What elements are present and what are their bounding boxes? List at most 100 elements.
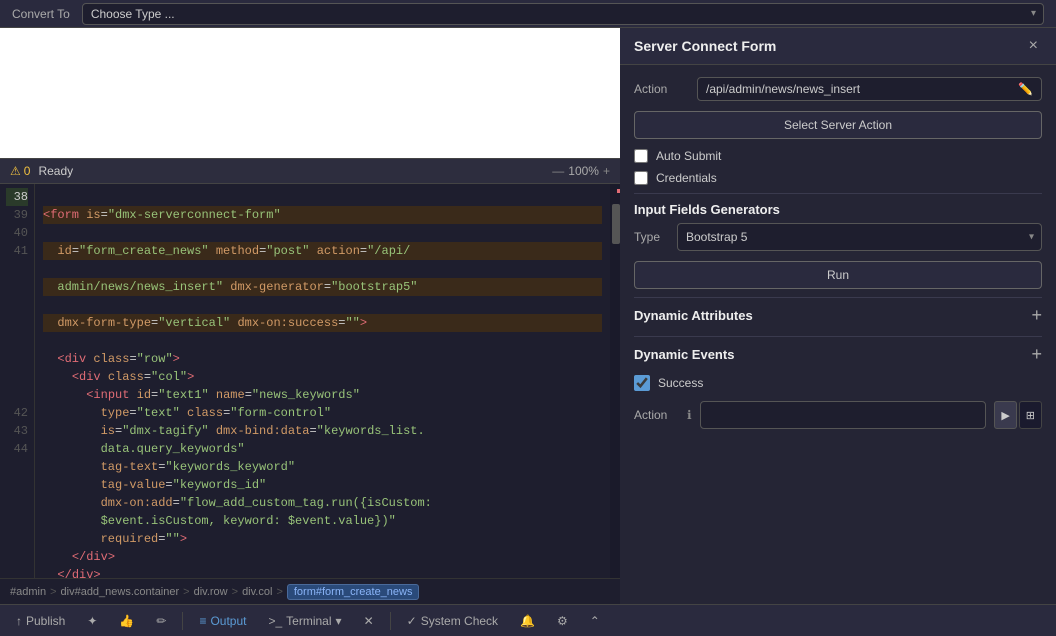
action-row-buttons: ▶ ⊞	[994, 401, 1042, 429]
dynamic-attributes-section: Dynamic Attributes +	[634, 297, 1042, 330]
warning-indicator: ⚠ 0	[10, 164, 30, 178]
code-area: 38 39 40 41 42 43 44 <form is="dmx-serve…	[0, 184, 620, 578]
breadcrumb-sep-2: >	[183, 586, 189, 598]
zoom-level: 100%	[568, 164, 599, 178]
toolbar-separator-1	[182, 612, 183, 630]
line-num-empty8	[6, 386, 28, 404]
check-icon: ✓	[407, 614, 417, 628]
mini-scrollbar[interactable]	[610, 184, 620, 578]
scroll-error-marker	[617, 189, 620, 193]
type-select-wrapper[interactable]: Bootstrap 5 Bootstrap 4 Tailwind None ▾	[677, 223, 1042, 251]
thumb-up-icon: 👍	[119, 614, 134, 628]
success-label: Success	[658, 376, 703, 390]
publish-button[interactable]: ↑ Publish	[10, 611, 71, 631]
close-button[interactable]: ×	[1025, 38, 1042, 54]
action-value-text: /api/admin/news/news_insert	[706, 82, 860, 96]
line-num-empty5	[6, 332, 28, 350]
line-num-empty3	[6, 296, 28, 314]
terminal-icon: >_	[268, 614, 282, 628]
zoom-control: — 100% +	[552, 164, 610, 178]
breadcrumb-current[interactable]: form#form_create_news	[287, 584, 420, 600]
line-num-empty4	[6, 314, 28, 332]
warning-icon: ⚠	[10, 164, 21, 178]
choose-type-select[interactable]: Choose Type ...	[82, 3, 1044, 25]
bell-button[interactable]: 🔔	[514, 611, 541, 631]
terminal-button[interactable]: >_ Terminal ▾	[262, 611, 347, 631]
dynamic-attributes-add-button[interactable]: +	[1031, 306, 1042, 324]
panel-title: Server Connect Form	[634, 38, 776, 54]
auto-submit-label: Auto Submit	[656, 149, 721, 163]
terminal-label: Terminal	[286, 614, 331, 628]
breadcrumb-item-3[interactable]: div.row	[194, 586, 228, 598]
scroll-thumb[interactable]	[612, 204, 620, 244]
ready-status: Ready	[38, 164, 73, 178]
minus-icon[interactable]: —	[552, 164, 564, 178]
expand-icon: ⌃	[590, 614, 600, 628]
action-row-label: Action	[634, 408, 679, 422]
dynamic-attributes-title: Dynamic Attributes	[634, 308, 753, 323]
dynamic-event-action-row: Action ℹ ▶ ⊞	[634, 401, 1042, 429]
system-check-button[interactable]: ✓ System Check	[401, 611, 504, 631]
expand-button[interactable]: ⌃	[584, 611, 606, 631]
breadcrumb-item-4[interactable]: div.col	[242, 586, 272, 598]
like-button[interactable]: 👍	[113, 611, 140, 631]
input-fields-title: Input Fields Generators	[634, 202, 780, 217]
type-label: Type	[634, 230, 669, 244]
terminal-chevron[interactable]: ▾	[336, 614, 342, 628]
action-play-button[interactable]: ▶	[994, 401, 1016, 429]
publish-label: Publish	[26, 614, 65, 628]
line-num-40: 40	[6, 224, 28, 242]
success-event-row: Success	[634, 369, 1042, 397]
action-form-row: Action /api/admin/news/news_insert ✏️	[634, 77, 1042, 101]
select-server-action-button[interactable]: Select Server Action	[634, 111, 1042, 139]
breadcrumb-sep-1: >	[50, 586, 56, 598]
edit-tool-button[interactable]: ✏	[150, 611, 172, 631]
info-icon[interactable]: ℹ	[687, 408, 692, 422]
plus-icon[interactable]: +	[603, 164, 610, 178]
system-check-label: System Check	[421, 614, 498, 628]
bell-icon: 🔔	[520, 614, 535, 628]
sparkle-button[interactable]: ✦	[81, 611, 103, 631]
line-num-39: 39	[6, 206, 28, 224]
warning-count: 0	[24, 164, 31, 178]
line-num-empty6	[6, 350, 28, 368]
choose-type-wrapper[interactable]: Choose Type ... ▾	[82, 3, 1044, 25]
breadcrumb-item-2[interactable]: div#add_news.container	[61, 586, 180, 598]
line-numbers: 38 39 40 41 42 43 44	[0, 184, 35, 578]
action-row-input[interactable]	[700, 401, 987, 429]
action-label: Action	[634, 82, 689, 96]
breadcrumb: #admin > div#add_news.container > div.ro…	[0, 578, 620, 604]
action-value-field: /api/admin/news/news_insert ✏️	[697, 77, 1042, 101]
auto-submit-checkbox[interactable]	[634, 149, 648, 163]
edit-icon[interactable]: ✏️	[1018, 82, 1033, 96]
line-num-42: 42	[6, 404, 28, 422]
type-select[interactable]: Bootstrap 5 Bootstrap 4 Tailwind None	[677, 223, 1042, 251]
run-button[interactable]: Run	[634, 261, 1042, 289]
code-panel: ⚠ 0 Ready — 100% + 38 39 40 41	[0, 28, 620, 604]
line-num-43: 43	[6, 422, 28, 440]
code-status-bar: ⚠ 0 Ready — 100% +	[0, 158, 620, 184]
bottom-toolbar: ↑ Publish ✦ 👍 ✏ ≡ Output >_ Terminal ▾ ✕…	[0, 604, 1056, 636]
close-panel-button[interactable]: ✕	[358, 611, 380, 631]
dynamic-events-section: Dynamic Events +	[634, 336, 1042, 369]
line-num-41: 41	[6, 242, 28, 260]
close-icon: ✕	[364, 614, 374, 628]
line-num-44: 44	[6, 440, 28, 458]
dynamic-events-add-button[interactable]: +	[1031, 345, 1042, 363]
action-grid-button[interactable]: ⊞	[1019, 401, 1042, 429]
auto-submit-row: Auto Submit	[634, 149, 1042, 163]
dynamic-events-title: Dynamic Events	[634, 347, 734, 362]
credentials-checkbox[interactable]	[634, 171, 648, 185]
right-panel: Server Connect Form × Action /api/admin/…	[620, 28, 1056, 604]
edit-icon: ✏	[156, 614, 166, 628]
convert-to-label: Convert To	[12, 7, 70, 21]
line-num-empty2	[6, 278, 28, 296]
code-content[interactable]: <form is="dmx-serverconnect-form" id="fo…	[35, 184, 610, 578]
success-checkbox[interactable]	[634, 375, 650, 391]
output-button[interactable]: ≡ Output	[193, 611, 252, 631]
settings-button[interactable]: ⚙	[551, 611, 574, 631]
panel-content: Action /api/admin/news/news_insert ✏️ Se…	[620, 65, 1056, 604]
type-row: Type Bootstrap 5 Bootstrap 4 Tailwind No…	[634, 223, 1042, 251]
gear-icon: ⚙	[557, 614, 568, 628]
breadcrumb-item-1[interactable]: #admin	[10, 586, 46, 598]
